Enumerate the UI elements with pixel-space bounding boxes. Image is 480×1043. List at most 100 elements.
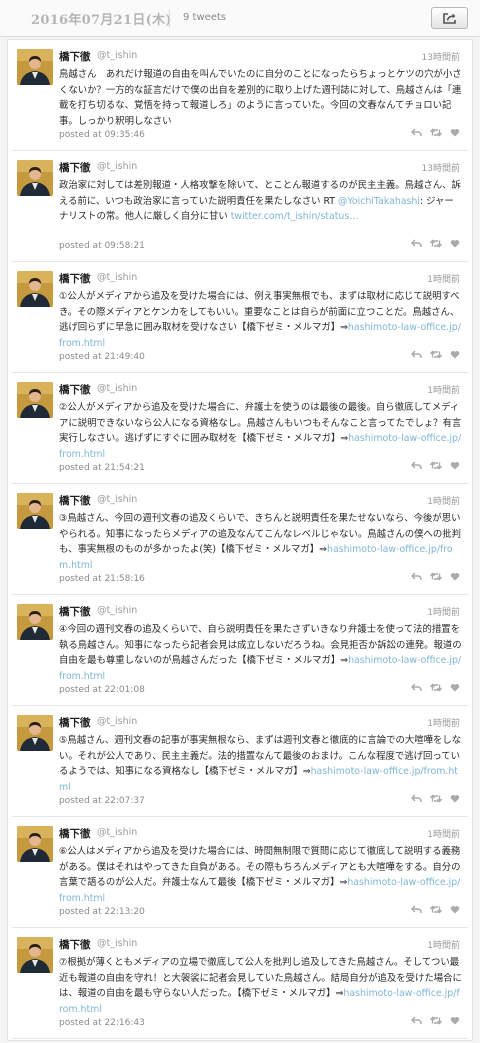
- user-handle[interactable]: @t_ishin: [97, 494, 137, 505]
- retweet-button[interactable]: [430, 794, 442, 803]
- avatar[interactable]: [17, 826, 53, 862]
- relative-time[interactable]: 1時間前: [427, 938, 460, 951]
- user-name[interactable]: 橋下徹: [59, 271, 91, 286]
- reply-icon: [411, 794, 422, 802]
- tweet-text: ②公人がメディアから追及を受けた場合に、弁護士を使うのは最後の最後。自ら徹底して…: [59, 400, 463, 462]
- user-handle[interactable]: @t_ishin: [97, 161, 137, 172]
- tweet-divider: [12, 1038, 468, 1039]
- favorite-button[interactable]: [450, 572, 460, 581]
- user-handle[interactable]: @t_ishin: [97, 605, 137, 616]
- avatar[interactable]: [17, 604, 53, 640]
- avatar[interactable]: [17, 382, 53, 418]
- user-name[interactable]: 橋下徹: [59, 604, 91, 619]
- retweet-button[interactable]: [430, 1016, 442, 1025]
- relative-time[interactable]: 1時間前: [427, 716, 460, 729]
- reply-button[interactable]: [411, 239, 422, 248]
- favorite-button[interactable]: [450, 905, 460, 914]
- tweet-text: ③鳥越さん、今回の週刊文春の追及くらいで、きちんと説明責任を果たせないなら、今後…: [59, 511, 463, 573]
- favorite-button[interactable]: [450, 1016, 460, 1025]
- retweet-button[interactable]: [430, 572, 442, 581]
- user-handle[interactable]: @t_ishin: [97, 716, 137, 727]
- share-button[interactable]: [431, 7, 468, 29]
- relative-time[interactable]: 13時間前: [422, 50, 460, 63]
- retweet-icon: [430, 239, 442, 248]
- reply-button[interactable]: [411, 683, 422, 692]
- favorite-button[interactable]: [450, 794, 460, 803]
- tweet-link[interactable]: twitter.com/t_ishin/status…: [231, 211, 359, 222]
- tweet-text: ⑤鳥越さん、週刊文春の記事が事実無根なら、まずは週刊文春と徹底的に言論での大喧嘩…: [59, 733, 463, 795]
- page-header: 2016年07月21日(木) 9 tweets: [0, 0, 480, 37]
- reply-button[interactable]: [411, 572, 422, 581]
- favorite-button[interactable]: [450, 683, 460, 692]
- tweet-item: 橋下徹 @t_ishin 1時間前 ①公人がメディアから追及を受けた場合には、例…: [8, 262, 472, 373]
- heart-icon: [450, 795, 460, 803]
- tweet-text: ④今回の週刊文春の追及くらいで、自ら説明責任を果たさずいきなり弁護士を使って法的…: [59, 622, 463, 684]
- retweet-icon: [430, 683, 442, 692]
- retweet-icon: [430, 1016, 442, 1025]
- user-name[interactable]: 橋下徹: [59, 826, 91, 841]
- favorite-button[interactable]: [450, 128, 460, 137]
- user-name[interactable]: 橋下徹: [59, 493, 91, 508]
- user-handle[interactable]: @t_ishin: [97, 938, 137, 949]
- tweet-link[interactable]: @YoichiTakahashi: [338, 196, 420, 207]
- user-handle[interactable]: @t_ishin: [97, 50, 137, 61]
- avatar[interactable]: [17, 937, 53, 973]
- avatar[interactable]: [17, 493, 53, 529]
- reply-button[interactable]: [411, 1016, 422, 1025]
- reply-icon: [411, 572, 422, 580]
- retweet-button[interactable]: [430, 128, 442, 137]
- reply-button[interactable]: [411, 350, 422, 359]
- user-handle[interactable]: @t_ishin: [97, 827, 137, 838]
- reply-button[interactable]: [411, 905, 422, 914]
- posted-time: posted at 09:58:21: [59, 241, 145, 251]
- tweet-item: 橋下徹 @t_ishin 1時間前 ⑥公人はメディアから追及を受けた場合には、時…: [8, 817, 472, 928]
- tweet-text: ⑦根拠が薄くともメディアの立場で徹底して公人を批判し追及してきた鳥越さん。そして…: [59, 955, 463, 1017]
- share-icon: [442, 12, 456, 24]
- heart-icon: [450, 684, 460, 692]
- user-handle[interactable]: @t_ishin: [97, 383, 137, 394]
- user-name[interactable]: 橋下徹: [59, 937, 91, 952]
- user-name[interactable]: 橋下徹: [59, 160, 91, 175]
- posted-time: posted at 22:01:08: [59, 685, 145, 695]
- tweet-text: 政治家に対しては差別報道・人格攻撃を除いて、とことん報道するのが民主主義。鳥越さ…: [59, 178, 463, 225]
- heart-icon: [450, 906, 460, 914]
- tweet-item: 橋下徹 @t_ishin 1時間前 ②公人がメディアから追及を受けた場合に、弁護…: [8, 373, 472, 484]
- retweet-button[interactable]: [430, 905, 442, 914]
- relative-time[interactable]: 1時間前: [427, 272, 460, 285]
- relative-time[interactable]: 1時間前: [427, 827, 460, 840]
- retweet-button[interactable]: [430, 683, 442, 692]
- retweet-icon: [430, 350, 442, 359]
- tweet-text-segment: 鳥越さん あれだけ報道の自由を叫んでいたのに自分のことになったらちょっとケツの穴…: [59, 69, 462, 127]
- favorite-button[interactable]: [450, 461, 460, 470]
- date-heading: 2016年07月21日(木): [31, 13, 172, 28]
- posted-time: posted at 21:49:40: [59, 352, 145, 362]
- relative-time[interactable]: 1時間前: [427, 494, 460, 507]
- reply-button[interactable]: [411, 794, 422, 803]
- favorite-button[interactable]: [450, 239, 460, 248]
- user-name[interactable]: 橋下徹: [59, 49, 91, 64]
- heart-icon: [450, 573, 460, 581]
- relative-time[interactable]: 13時間前: [422, 161, 460, 174]
- relative-time[interactable]: 1時間前: [427, 605, 460, 618]
- avatar[interactable]: [17, 49, 53, 85]
- header-divider: [169, 10, 170, 27]
- avatar[interactable]: [17, 160, 53, 196]
- reply-icon: [411, 905, 422, 913]
- posted-time: posted at 22:13:20: [59, 907, 145, 917]
- reply-button[interactable]: [411, 128, 422, 137]
- tweet-text: ⑥公人はメディアから追及を受けた場合には、時間無制限で質問に応じて徹底して説明す…: [59, 844, 463, 906]
- retweet-button[interactable]: [430, 239, 442, 248]
- user-name[interactable]: 橋下徹: [59, 382, 91, 397]
- heart-icon: [450, 462, 460, 470]
- relative-time[interactable]: 1時間前: [427, 383, 460, 396]
- reply-button[interactable]: [411, 461, 422, 470]
- user-handle[interactable]: @t_ishin: [97, 272, 137, 283]
- avatar[interactable]: [17, 271, 53, 307]
- avatar[interactable]: [17, 715, 53, 751]
- retweet-icon: [430, 905, 442, 914]
- user-name[interactable]: 橋下徹: [59, 715, 91, 730]
- retweet-button[interactable]: [430, 461, 442, 470]
- tweet-actions: [411, 572, 460, 581]
- retweet-button[interactable]: [430, 350, 442, 359]
- favorite-button[interactable]: [450, 350, 460, 359]
